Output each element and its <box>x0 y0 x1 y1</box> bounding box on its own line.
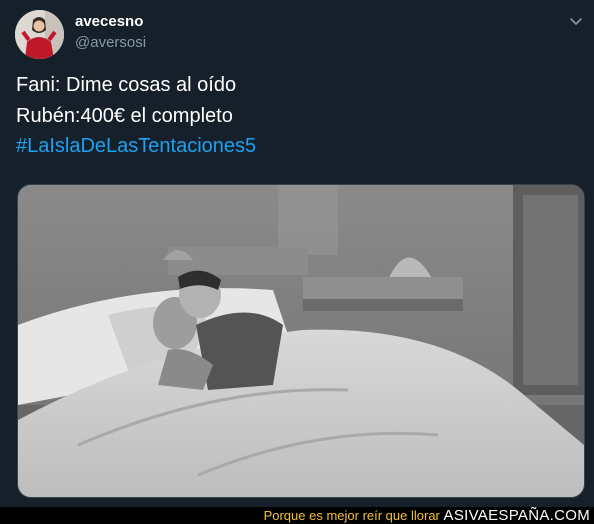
watermark-footer: Porque es mejor reír que llorar ASIVAESP… <box>0 507 594 524</box>
tweet-photo[interactable] <box>17 184 585 498</box>
display-name[interactable]: avecesno <box>75 13 143 30</box>
avatar[interactable] <box>15 10 64 59</box>
tweet-text-line: Rubén:400€ el completo <box>16 105 233 127</box>
tweet-card: avecesno @aversosi Fani: Dime cosas al o… <box>0 0 594 507</box>
tweet-text-line: Fani: Dime cosas al oído <box>16 74 237 96</box>
footer-tagline: Porque es mejor reír que llorar <box>263 508 440 523</box>
footer-brand[interactable]: ASIVAESPAÑA.COM <box>444 507 590 524</box>
chevron-down-icon[interactable] <box>568 13 584 29</box>
hashtag-link[interactable]: #LaIslaDeLasTentaciones5 <box>16 135 256 158</box>
user-handle[interactable]: @aversosi <box>75 34 146 51</box>
footer-text: Porque es mejor reír que llorar ASIVAESP… <box>264 507 590 524</box>
